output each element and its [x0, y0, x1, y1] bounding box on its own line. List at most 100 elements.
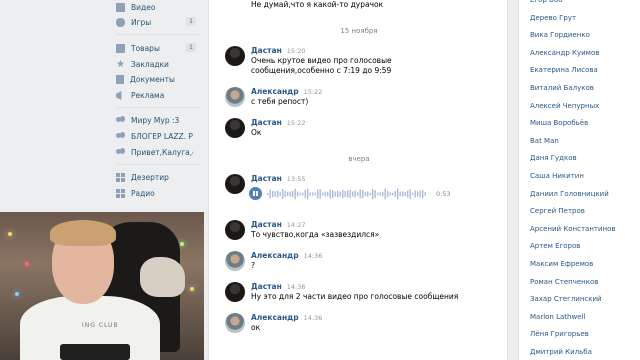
author-name[interactable]: Александр [251, 87, 299, 96]
message: Александр 14:36 ок [225, 313, 495, 335]
nav-item-app-radio[interactable]: Радио [108, 186, 204, 201]
friend-link[interactable]: Егор Боб [530, 0, 562, 4]
nav-item-label: Реклама [131, 91, 165, 100]
waveform-bar [354, 190, 356, 198]
avatar[interactable] [225, 118, 245, 138]
friends-list: Егор Боб Дерево Грут Вика Гордиенко Алексан… [518, 0, 640, 360]
waveform-bar [292, 190, 294, 198]
waveform-bar [382, 191, 384, 197]
friend-link[interactable]: Дерево Грут [530, 14, 576, 22]
nav-divider [116, 164, 200, 165]
waveform-bar [332, 190, 334, 198]
waveform-bar [392, 192, 394, 196]
waveform-bar [417, 191, 419, 197]
author-name[interactable]: Дастан [251, 220, 282, 229]
fairy-light [8, 232, 12, 236]
nav-item-label: Документы [130, 75, 175, 84]
waveform-bar [419, 190, 421, 198]
waveform-bar [389, 192, 391, 196]
friend-link[interactable]: Арсений Константинов [530, 225, 616, 233]
microphone [60, 344, 130, 360]
nav-item-label: Видео [131, 3, 156, 12]
friend-link[interactable]: Захар Стеглинский [530, 295, 602, 303]
friend-link[interactable]: Александр Куимов [530, 49, 599, 57]
fairy-light [25, 262, 29, 266]
waveform-bar [334, 191, 336, 197]
friend-link[interactable]: Bat Man [530, 137, 559, 145]
friend-link[interactable]: Алексей Чепурных [530, 102, 599, 110]
author-name[interactable]: Дастан [251, 118, 282, 127]
friend-link[interactable]: Саша Никитин [530, 172, 584, 180]
waveform-bar [357, 192, 359, 196]
left-navigation: Видео Игры 1 Товары 1 ★ Закладки Докумен… [108, 0, 204, 212]
nav-item-goods[interactable]: Товары 1 [108, 41, 204, 56]
nav-item-video[interactable]: Видео [108, 0, 204, 15]
nav-item-ads[interactable]: Реклама [108, 88, 204, 103]
waveform-bar [422, 189, 424, 199]
nav-item-group-1[interactable]: Миру Мур :3 [108, 113, 204, 128]
author-name[interactable]: Дастан [251, 282, 282, 291]
nav-item-bookmarks[interactable]: ★ Закладки [108, 57, 204, 72]
group-icon [116, 116, 125, 125]
nav-item-group-3[interactable]: Привет,Калуга,с... [108, 145, 204, 160]
avatar[interactable] [225, 282, 245, 302]
waveform-bar [317, 189, 319, 199]
waveform-bar [302, 192, 304, 196]
friend-link[interactable]: Миша Воробьёв [530, 119, 588, 127]
friend-link[interactable]: Виталий Балуков [530, 84, 594, 92]
waveform[interactable] [267, 186, 427, 202]
friend-link[interactable]: Сергей Петров [530, 207, 585, 215]
avatar[interactable] [225, 46, 245, 66]
bag-icon [116, 44, 125, 53]
friend-link[interactable]: Дмитрий Кильба [530, 348, 592, 356]
nav-item-label: Игры [131, 18, 152, 27]
fairy-light [15, 292, 19, 296]
nav-item-documents[interactable]: Документы [108, 72, 204, 87]
friend-link[interactable]: Лёня Григорьев [530, 330, 589, 338]
avatar[interactable] [225, 251, 245, 271]
avatar[interactable] [225, 313, 245, 333]
plush-toy [140, 257, 185, 297]
chat-history: Не думай,что я какой-то дурачок 15 ноябр… [208, 0, 508, 360]
friend-link[interactable]: Даниил Головницкий [530, 190, 609, 198]
avatar[interactable] [225, 220, 245, 240]
waveform-bar [299, 192, 301, 196]
friend-link[interactable]: Вика Гордиенко [530, 31, 590, 39]
waveform-bar [424, 192, 426, 196]
voice-message: Дастан 13:55 0:53 [225, 174, 495, 208]
document-icon [116, 75, 124, 84]
author-name[interactable]: Александр [251, 251, 299, 260]
author-name[interactable]: Дастан [251, 46, 282, 55]
author-name[interactable]: Александр [251, 313, 299, 322]
waveform-bar [349, 190, 351, 198]
webcam-overlay: ING CLUB [0, 212, 204, 360]
message-time: 13:55 [286, 175, 306, 183]
nav-item-app-dezertir[interactable]: Дезертир [108, 170, 204, 185]
friend-link[interactable]: Артем Егоров [530, 242, 580, 250]
star-icon: ★ [116, 59, 125, 70]
waveform-bar [269, 189, 271, 199]
message: Дастан 15:20 Очень крутое видео про голос… [225, 46, 495, 76]
friend-link[interactable]: Marlon Lathwell [530, 313, 585, 321]
friend-link[interactable]: Максим Ефремов [530, 260, 593, 268]
waveform-bar [329, 189, 331, 199]
nav-item-label: Радио [131, 189, 155, 198]
message-time: 14:36 [303, 314, 323, 322]
friend-link[interactable]: Роман Степченков [530, 278, 598, 286]
message-time: 15:20 [286, 47, 306, 55]
nav-item-games[interactable]: Игры 1 [108, 15, 204, 30]
waveform-bar [402, 191, 404, 197]
friend-link[interactable]: Даня Гудков [530, 154, 577, 162]
author-name[interactable]: Дастан [251, 174, 282, 183]
message-text: То чувство,когда «зазвездился» [251, 230, 380, 239]
nav-item-label: БЛОГЕР LAZZ. Ра... [131, 132, 193, 141]
waveform-bar [399, 191, 401, 197]
pause-button[interactable] [249, 187, 262, 200]
friend-link[interactable]: Екатерина Лисова [530, 66, 598, 74]
fairy-light [190, 287, 194, 291]
waveform-bar [344, 191, 346, 197]
avatar[interactable] [225, 87, 245, 107]
waveform-bar [397, 188, 399, 200]
nav-item-group-2[interactable]: БЛОГЕР LAZZ. Ра... [108, 129, 204, 144]
waveform-bar [322, 192, 324, 196]
